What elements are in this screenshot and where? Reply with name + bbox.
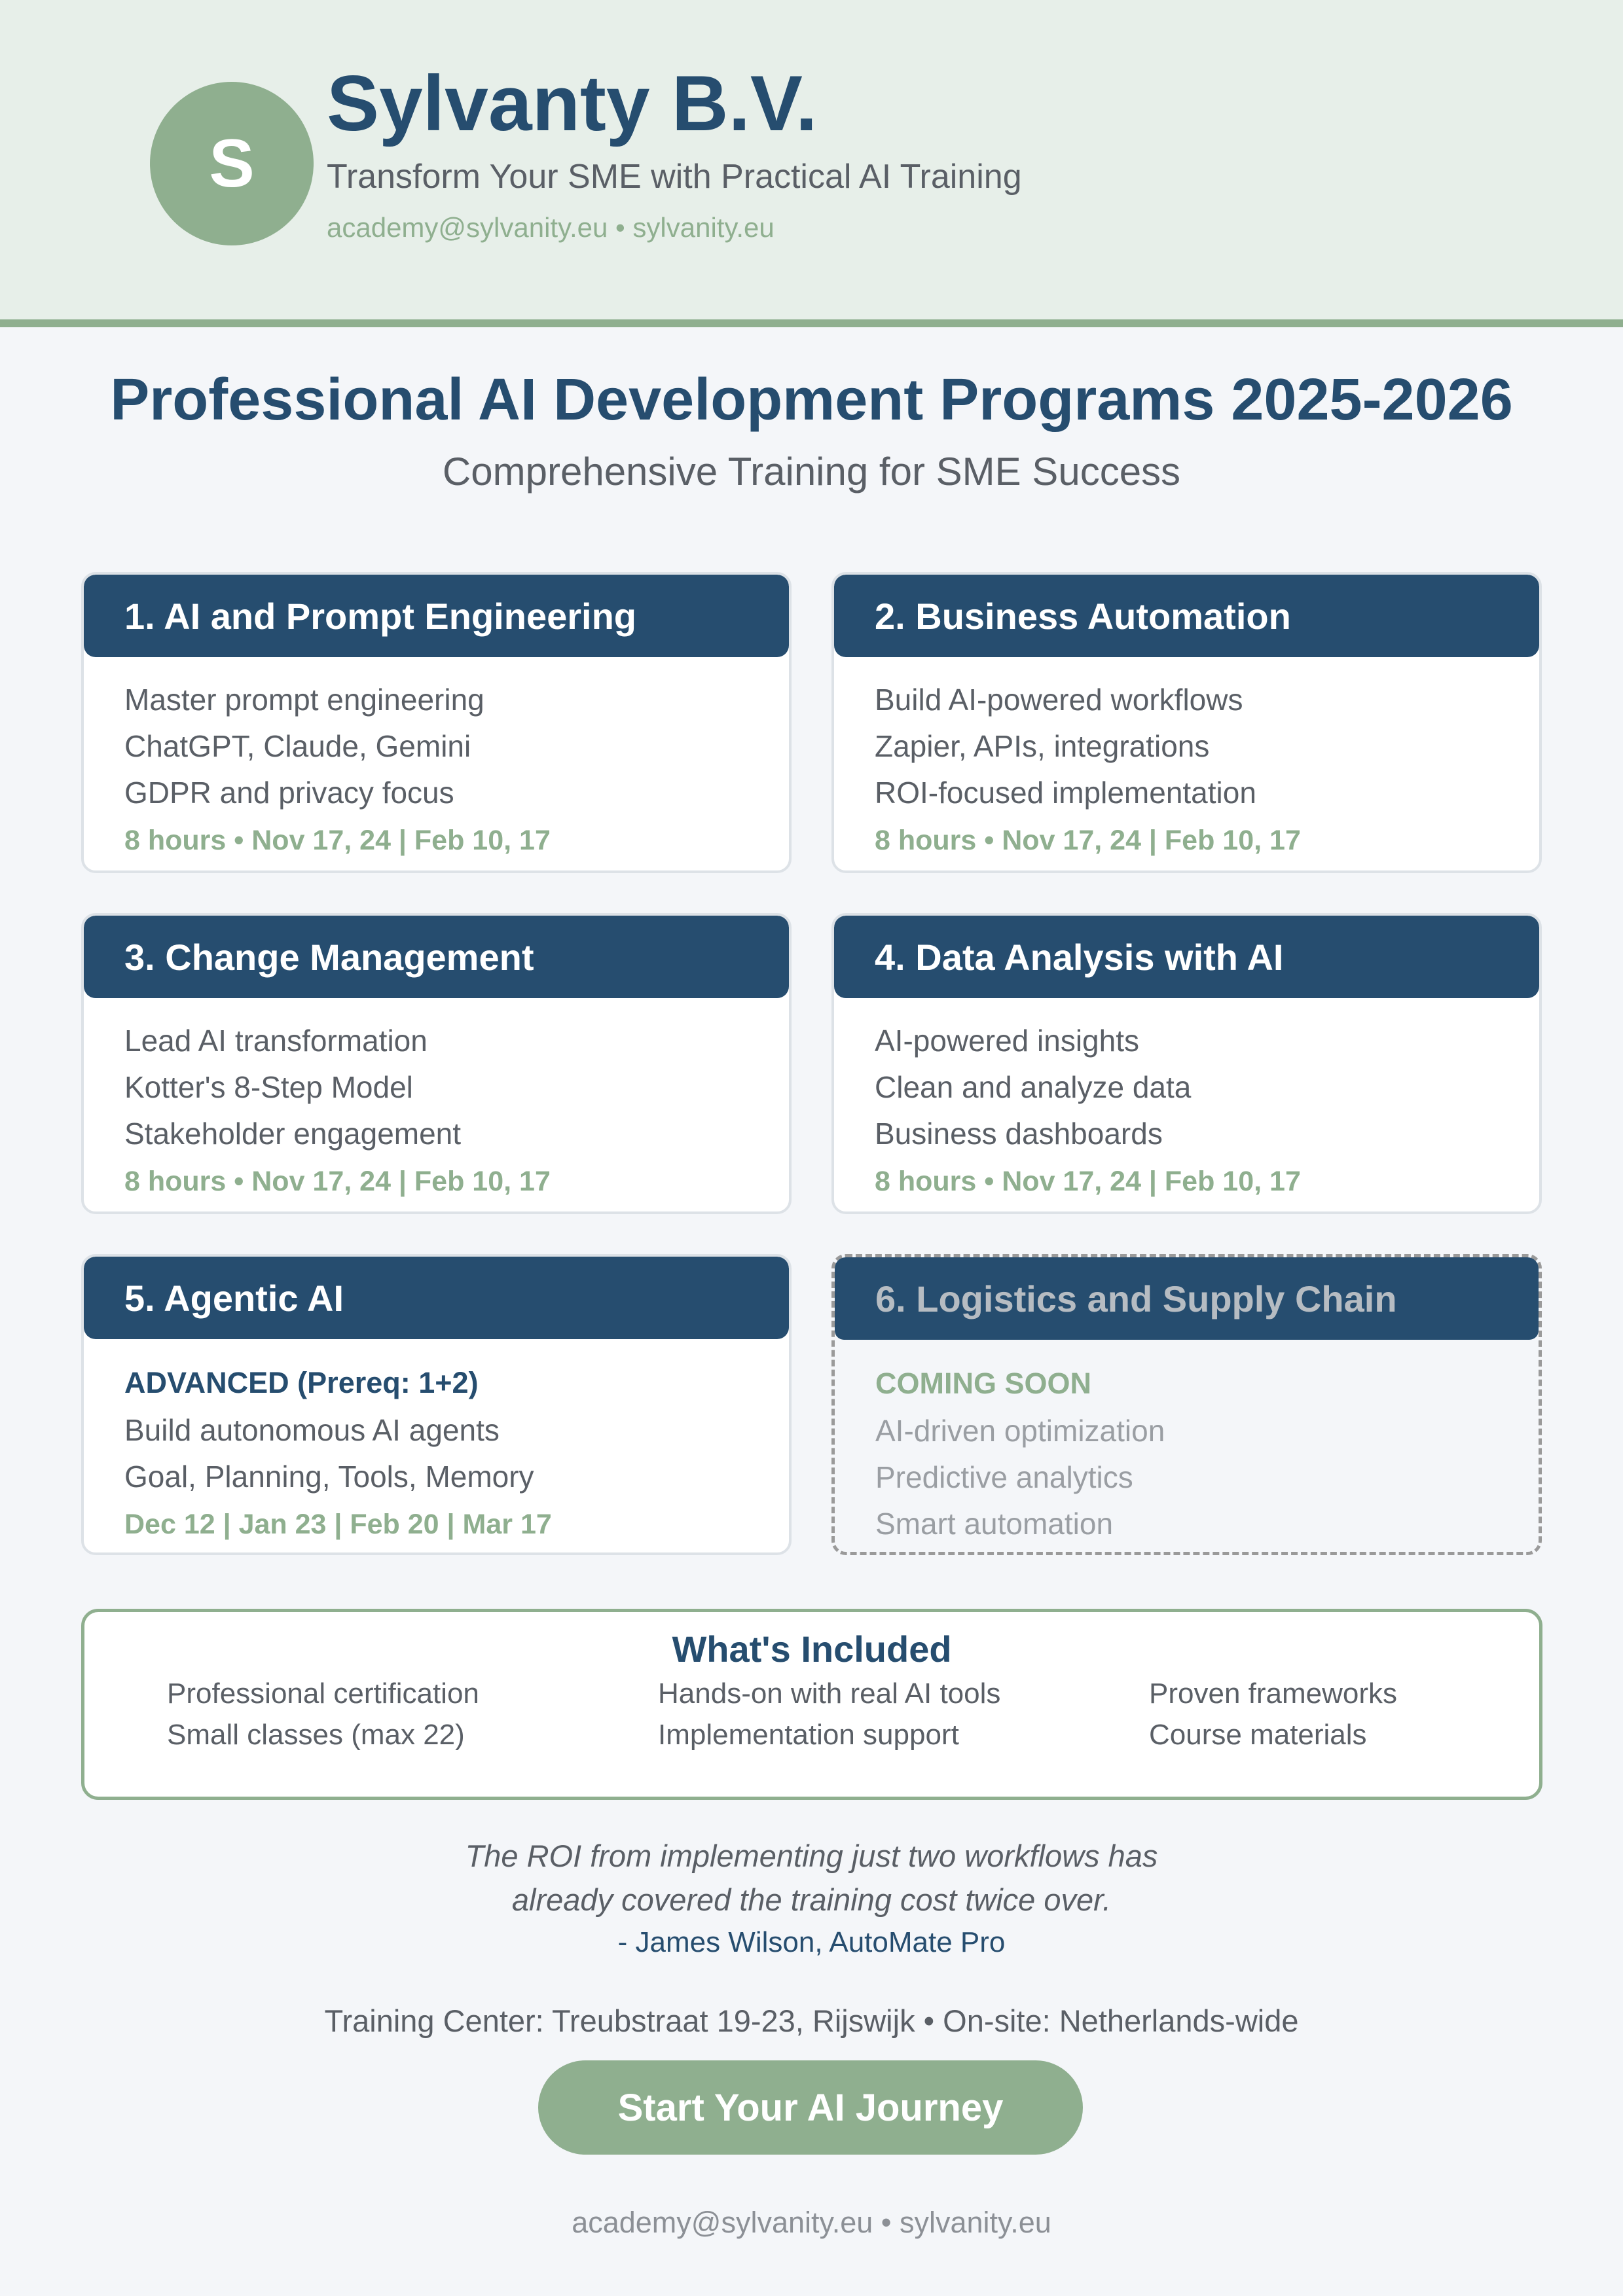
company-logo: S bbox=[150, 82, 314, 245]
company-tagline: Transform Your SME with Practical AI Tra… bbox=[327, 158, 1022, 196]
program-line: Kotter's 8-Step Model bbox=[124, 1070, 413, 1104]
program-card-data-analysis: 4. Data Analysis with AI AI-powered insi… bbox=[831, 913, 1542, 1214]
program-line: Clean and analyze data bbox=[875, 1070, 1192, 1104]
program-line: Lead AI transformation bbox=[124, 1024, 428, 1058]
company-name: Sylvanty B.V. bbox=[327, 60, 818, 147]
program-card-logistics-supply-chain: 6. Logistics and Supply Chain COMING SOO… bbox=[831, 1254, 1542, 1555]
included-item: Proven frameworks bbox=[1149, 1677, 1398, 1710]
program-schedule: 8 hours • Nov 17, 24 | Feb 10, 17 bbox=[875, 825, 1301, 856]
program-line: Predictive analytics bbox=[875, 1460, 1133, 1494]
program-schedule: Dec 12 | Jan 23 | Feb 20 | Mar 17 bbox=[124, 1509, 552, 1540]
start-journey-button[interactable]: Start Your AI Journey bbox=[538, 2060, 1083, 2155]
program-line: ROI-focused implementation bbox=[875, 776, 1256, 810]
included-item: Small classes (max 22) bbox=[167, 1719, 465, 1751]
program-line: Stakeholder engagement bbox=[124, 1117, 462, 1151]
program-card-change-management: 3. Change Management Lead AI transformat… bbox=[81, 913, 792, 1214]
program-schedule: 8 hours • Nov 17, 24 | Feb 10, 17 bbox=[124, 1166, 551, 1197]
whats-included-box: What's Included Professional certificati… bbox=[81, 1609, 1542, 1800]
program-line: Build AI-powered workflows bbox=[875, 683, 1243, 717]
program-line: GDPR and privacy focus bbox=[124, 776, 454, 810]
logo-letter: S bbox=[209, 125, 255, 202]
included-item: Implementation support bbox=[658, 1719, 959, 1751]
included-title: What's Included bbox=[672, 1628, 952, 1670]
testimonial-quote-line: already covered the training cost twice … bbox=[511, 1882, 1112, 1917]
program-level-badge: ADVANCED (Prereq: 1+2) bbox=[124, 1366, 479, 1399]
testimonial-author: - James Wilson, AutoMate Pro bbox=[617, 1926, 1006, 1958]
program-card-business-automation: 2. Business Automation Build AI-powered … bbox=[831, 572, 1542, 873]
included-item: Hands-on with real AI tools bbox=[658, 1677, 1001, 1710]
program-line: AI-driven optimization bbox=[875, 1414, 1165, 1448]
program-line: ChatGPT, Claude, Gemini bbox=[124, 729, 471, 763]
included-item: Professional certification bbox=[167, 1677, 479, 1710]
program-card-ai-prompt-engineering: 1. AI and Prompt Engineering Master prom… bbox=[81, 572, 792, 873]
coming-soon-badge: COMING SOON bbox=[875, 1367, 1092, 1400]
program-title: 4. Data Analysis with AI bbox=[834, 916, 1539, 998]
footer-contact[interactable]: academy@sylvanity.eu • sylvanity.eu bbox=[0, 2206, 1623, 2240]
training-location: Training Center: Treubstraat 19-23, Rijs… bbox=[324, 2003, 1299, 2038]
included-item: Course materials bbox=[1149, 1719, 1367, 1751]
program-line: Business dashboards bbox=[875, 1117, 1163, 1151]
header-banner: S Sylvanty B.V. Transform Your SME with … bbox=[0, 0, 1623, 327]
program-line: Zapier, APIs, integrations bbox=[875, 729, 1210, 763]
program-title: 2. Business Automation bbox=[834, 575, 1539, 657]
page-subtitle: Comprehensive Training for SME Success bbox=[442, 450, 1181, 493]
program-title: 5. Agentic AI bbox=[84, 1257, 789, 1339]
program-line: Goal, Planning, Tools, Memory bbox=[124, 1460, 534, 1494]
program-line: Smart automation bbox=[875, 1507, 1114, 1541]
page-title: Professional AI Development Programs 202… bbox=[110, 367, 1513, 433]
header-contact[interactable]: academy@sylvanity.eu • sylvanity.eu bbox=[327, 212, 775, 243]
program-schedule: 8 hours • Nov 17, 24 | Feb 10, 17 bbox=[124, 825, 551, 856]
program-title: 1. AI and Prompt Engineering bbox=[84, 575, 789, 657]
program-card-agentic-ai: 5. Agentic AI ADVANCED (Prereq: 1+2) Bui… bbox=[81, 1254, 792, 1555]
program-title: 6. Logistics and Supply Chain bbox=[835, 1257, 1539, 1340]
program-line: AI-powered insights bbox=[875, 1024, 1139, 1058]
program-schedule: 8 hours • Nov 17, 24 | Feb 10, 17 bbox=[875, 1166, 1301, 1197]
program-line: Master prompt engineering bbox=[124, 683, 484, 717]
testimonial-quote-line: The ROI from implementing just two workf… bbox=[465, 1839, 1158, 1873]
program-title: 3. Change Management bbox=[84, 916, 789, 998]
program-line: Build autonomous AI agents bbox=[124, 1413, 500, 1447]
